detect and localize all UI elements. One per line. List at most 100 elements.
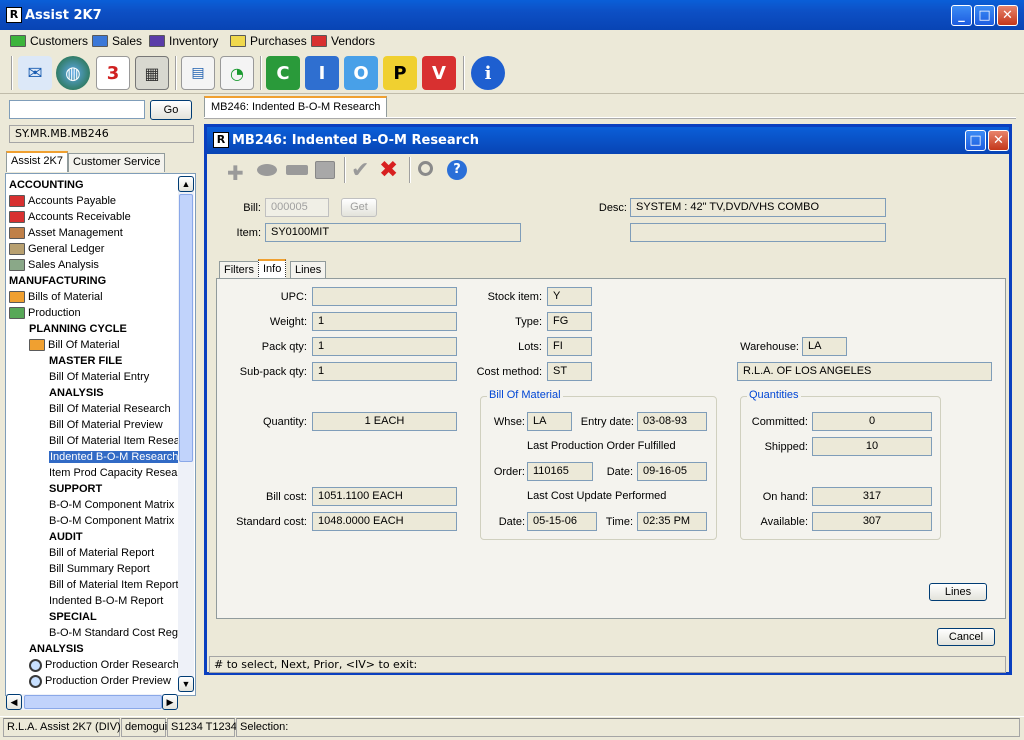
weight-field[interactable]: 1 xyxy=(312,312,457,331)
scroll-thumb[interactable] xyxy=(24,695,162,709)
tree-item[interactable]: Bills of Material xyxy=(9,289,103,305)
vendors-shortcut-icon[interactable]: V xyxy=(422,56,456,90)
tab-lines[interactable]: Lines xyxy=(290,261,327,279)
date2-field[interactable]: 05-15-06 xyxy=(527,512,597,531)
tree-item[interactable]: Bill Summary Report xyxy=(49,561,150,577)
tree-item[interactable]: Bill Of Material Preview xyxy=(49,417,163,433)
tree-item[interactable]: MASTER FILE xyxy=(49,353,122,369)
menu-purchases[interactable]: Purchases xyxy=(230,33,307,49)
minimize-icon[interactable]: _ xyxy=(951,5,972,26)
tree-item[interactable]: Bill Of Material Research xyxy=(49,401,171,417)
standard-cost-field[interactable]: 1048.0000 EACH xyxy=(312,512,457,531)
tree-item[interactable]: SPECIAL xyxy=(49,609,97,625)
globe-icon[interactable]: ◍ xyxy=(56,56,90,90)
calendar-icon[interactable]: 3 xyxy=(96,56,130,90)
delete-x-icon[interactable]: ✖ xyxy=(379,157,398,183)
maximize-icon[interactable]: □ xyxy=(965,130,986,151)
contact-card-icon[interactable]: ▤ xyxy=(181,56,215,90)
bill-cost-field[interactable]: 1051.1100 EACH xyxy=(312,487,457,506)
menu-inventory[interactable]: Inventory xyxy=(149,33,218,49)
on-hand-field[interactable]: 317 xyxy=(812,487,932,506)
help-icon[interactable]: ? xyxy=(447,160,467,180)
type-field[interactable]: FG xyxy=(547,312,592,331)
cancel-button[interactable]: Cancel xyxy=(937,628,995,646)
tab-mb246[interactable]: MB246: Indented B-O-M Research xyxy=(204,96,388,117)
tree-item[interactable]: ANALYSIS xyxy=(29,641,84,657)
tree-item[interactable]: Accounts Receivable xyxy=(9,209,131,225)
minus-icon[interactable] xyxy=(286,165,308,175)
tree-vertical-scrollbar[interactable]: ▲ ▼ xyxy=(178,176,194,692)
scroll-thumb[interactable] xyxy=(179,194,193,462)
upc-field[interactable] xyxy=(312,287,457,306)
tree-item[interactable]: SUPPORT xyxy=(49,481,102,497)
tree-item[interactable]: Indented B-O-M Research xyxy=(49,449,180,465)
get-button[interactable]: Get xyxy=(341,198,377,217)
tree-horizontal-scrollbar[interactable]: ◀ ▶ xyxy=(6,694,178,710)
tree-item[interactable]: Accounts Payable xyxy=(9,193,116,209)
tree-item[interactable]: Production xyxy=(9,305,81,321)
maximize-icon[interactable]: □ xyxy=(974,5,995,26)
go-button[interactable]: Go xyxy=(150,100,192,120)
tree-item[interactable]: Bill Of Material Item Resear xyxy=(49,433,183,449)
tree-item[interactable]: ACCOUNTING xyxy=(9,177,84,193)
tree-item[interactable]: PLANNING CYCLE xyxy=(29,321,127,337)
search-icon[interactable] xyxy=(418,161,433,176)
menu-vendors[interactable]: Vendors xyxy=(311,33,375,49)
pack-qty-field[interactable]: 1 xyxy=(312,337,457,356)
menu-search-input[interactable] xyxy=(9,100,145,119)
tab-assist-2k7[interactable]: Assist 2K7 xyxy=(6,151,68,172)
tree-item[interactable]: Production Order Research xyxy=(29,657,179,673)
purchases-shortcut-icon[interactable]: P xyxy=(383,56,417,90)
menu-sales[interactable]: Sales xyxy=(92,33,142,49)
tree-item[interactable]: MANUFACTURING xyxy=(9,273,106,289)
bill-field[interactable]: 000005 xyxy=(265,198,329,217)
scroll-left-icon[interactable]: ◀ xyxy=(6,694,22,710)
tree-item[interactable]: B-O-M Standard Cost Regu xyxy=(49,625,184,641)
disk-icon[interactable] xyxy=(257,164,277,176)
tree-item[interactable]: Bill of Material Report xyxy=(49,545,154,561)
tree-item[interactable]: Bill Of Material Entry xyxy=(49,369,149,385)
orders-shortcut-icon[interactable]: O xyxy=(344,56,378,90)
tree-item[interactable]: Indented B-O-M Report xyxy=(49,593,163,609)
tree-item[interactable]: Production Order Preview xyxy=(29,673,171,689)
tree-item[interactable]: Bill Of Material xyxy=(29,337,120,353)
item-field[interactable]: SY0100MIT xyxy=(265,223,521,242)
tree-item[interactable]: General Ledger xyxy=(9,241,104,257)
menu-customers[interactable]: Customers xyxy=(10,33,88,49)
tree-item[interactable]: Sales Analysis xyxy=(9,257,99,273)
calculator-icon[interactable]: ▦ xyxy=(135,56,169,90)
scroll-up-icon[interactable]: ▲ xyxy=(178,176,194,192)
cost-method-field[interactable]: ST xyxy=(547,362,592,381)
available-field[interactable]: 307 xyxy=(812,512,932,531)
tree-item[interactable]: Bill of Material Item Report xyxy=(49,577,179,593)
tab-info[interactable]: Info xyxy=(258,259,287,279)
tree-item[interactable]: AUDIT xyxy=(49,529,83,545)
tab-customer-service[interactable]: Customer Service xyxy=(68,153,166,172)
info-icon[interactable]: i xyxy=(471,56,505,90)
tree-item[interactable]: Asset Management xyxy=(9,225,123,241)
tree-item[interactable]: ANALYSIS xyxy=(49,385,104,401)
tree-item[interactable]: B-O-M Component Matrix E xyxy=(49,497,185,513)
tab-filters[interactable]: Filters xyxy=(219,261,259,279)
inventory-shortcut-icon[interactable]: I xyxy=(305,56,339,90)
committed-field[interactable]: 0 xyxy=(812,412,932,431)
customers-shortcut-icon[interactable]: C xyxy=(266,56,300,90)
desc-field[interactable]: SYSTEM : 42" TV,DVD/VHS COMBO xyxy=(630,198,886,217)
entry-date-field[interactable]: 03-08-93 xyxy=(637,412,707,431)
sub-pack-qty-field[interactable]: 1 xyxy=(312,362,457,381)
tree-item[interactable]: Item Prod Capacity Resear xyxy=(49,465,181,481)
time-field[interactable]: 02:35 PM xyxy=(637,512,707,531)
quantity-field[interactable]: 1 EACH xyxy=(312,412,457,431)
date-field[interactable]: 09-16-05 xyxy=(637,462,707,481)
close-icon[interactable]: ✕ xyxy=(997,5,1018,26)
scroll-right-icon[interactable]: ▶ xyxy=(162,694,178,710)
lots-field[interactable]: FI xyxy=(547,337,592,356)
add-icon[interactable]: ✚ xyxy=(227,161,244,185)
warehouse-field[interactable]: LA xyxy=(802,337,847,356)
shipped-field[interactable]: 10 xyxy=(812,437,932,456)
stock-item-field[interactable]: Y xyxy=(547,287,592,306)
close-icon[interactable]: ✕ xyxy=(988,130,1009,151)
checkmark-icon[interactable]: ✔ xyxy=(351,158,369,183)
mail-icon[interactable]: ✉ xyxy=(18,56,52,90)
tree-item[interactable]: B-O-M Component Matrix L xyxy=(49,513,183,529)
